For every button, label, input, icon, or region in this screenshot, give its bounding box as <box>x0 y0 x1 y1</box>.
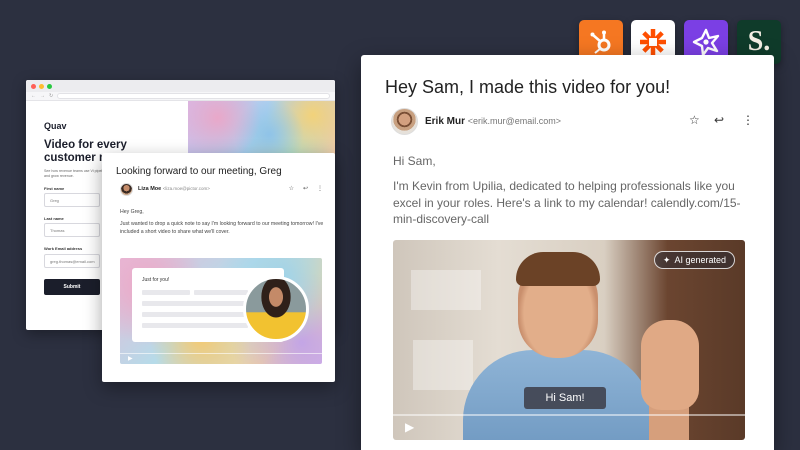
email-label: Work Email address <box>44 246 83 251</box>
reply-icon[interactable]: ↩ <box>714 113 724 127</box>
play-icon[interactable]: ▶ <box>128 355 133 362</box>
primary-email-card: Hey Sam, I made this video for you! Erik… <box>361 55 774 450</box>
presenter-hair <box>516 252 600 286</box>
more-options-icon[interactable]: ⋮ <box>742 113 754 127</box>
maximize-window-icon[interactable] <box>47 83 52 89</box>
play-icon[interactable]: ▶ <box>405 420 414 434</box>
sender-info: Liza Moe <liza.moe@pictor.com> <box>138 186 210 192</box>
background-shelf <box>413 340 473 390</box>
email-greeting: Hey Greg, <box>120 209 144 215</box>
sparkle-icon: ✦ <box>662 255 671 265</box>
close-window-icon[interactable] <box>31 83 36 89</box>
star-icon[interactable]: ☆ <box>289 185 294 192</box>
last-name-field[interactable]: Thomas <box>44 223 100 237</box>
reload-icon[interactable]: ↻ <box>49 93 53 99</box>
placeholder-line <box>142 323 248 328</box>
placeholder-line <box>142 312 248 317</box>
avatar <box>391 108 418 135</box>
first-name-label: First name <box>44 186 65 191</box>
more-options-icon[interactable]: ⋮ <box>317 185 323 192</box>
video-progress-bar[interactable] <box>120 353 322 354</box>
email-field[interactable]: greg.thomas@email.com <box>44 254 100 268</box>
back-arrow-icon[interactable]: ← <box>31 93 36 99</box>
sender-name: Liza Moe <box>138 186 162 192</box>
minimize-window-icon[interactable] <box>39 83 44 89</box>
email-body: I'm Kevin from Upilia, dedicated to help… <box>393 179 741 226</box>
video-card-label: Just for you! <box>142 277 170 283</box>
sender-email: <liza.moe@pictor.com> <box>162 186 210 191</box>
forward-arrow-icon[interactable]: → <box>40 93 45 99</box>
browser-titlebar <box>26 80 335 92</box>
sender-email: <erik.mur@email.com> <box>467 116 561 126</box>
email-subject: Hey Sam, I made this video for you! <box>385 77 671 97</box>
email-subject: Looking forward to our meeting, Greg <box>116 166 282 177</box>
video-player[interactable]: ✦ AI generated Hi Sam! ▶ <box>393 240 745 440</box>
background-shelf <box>411 270 481 310</box>
email-greeting: Hi Sam, <box>393 154 436 168</box>
placeholder-line <box>142 301 248 306</box>
hero-subtitle: See how revenue teams use Vi pipeline, a… <box>44 169 109 178</box>
s-letter-icon: S. <box>747 26 771 57</box>
url-field[interactable] <box>57 93 330 99</box>
hero-artwork <box>188 101 335 157</box>
browser-address-bar: ← → ↻ <box>26 92 335 101</box>
ai-generated-badge: ✦ AI generated <box>653 251 735 269</box>
secondary-email-card: Looking forward to our meeting, Greg Liz… <box>102 153 335 382</box>
sparkle-app-icon <box>692 28 720 56</box>
first-name-field[interactable]: Greg <box>44 193 100 207</box>
sender-info: Erik Mur <erik.mur@email.com> <box>425 116 561 127</box>
reply-icon[interactable]: ↩ <box>303 185 308 192</box>
placeholder-line <box>194 290 248 295</box>
video-caption: Hi Sam! <box>524 387 606 409</box>
video-player[interactable]: Just for you! ▶ <box>120 258 322 364</box>
email-body: Just wanted to drop a quick note to say … <box>120 221 324 235</box>
sender-name: Erik Mur <box>425 116 466 127</box>
zapier-icon <box>640 29 666 55</box>
placeholder-line <box>142 290 190 295</box>
avatar <box>120 183 133 196</box>
email-actions: ☆ ↩ ⋮ <box>289 185 323 192</box>
hubspot-icon <box>590 30 611 54</box>
presenter-bubble <box>243 276 309 342</box>
ai-badge-label: AI generated <box>674 255 726 265</box>
video-progress-bar[interactable] <box>393 414 745 416</box>
last-name-label: Last name <box>44 216 64 221</box>
star-icon[interactable]: ☆ <box>689 113 700 127</box>
site-logo[interactable]: Quav <box>44 121 67 131</box>
submit-button[interactable]: Submit <box>44 279 100 295</box>
waving-hand <box>641 320 699 410</box>
